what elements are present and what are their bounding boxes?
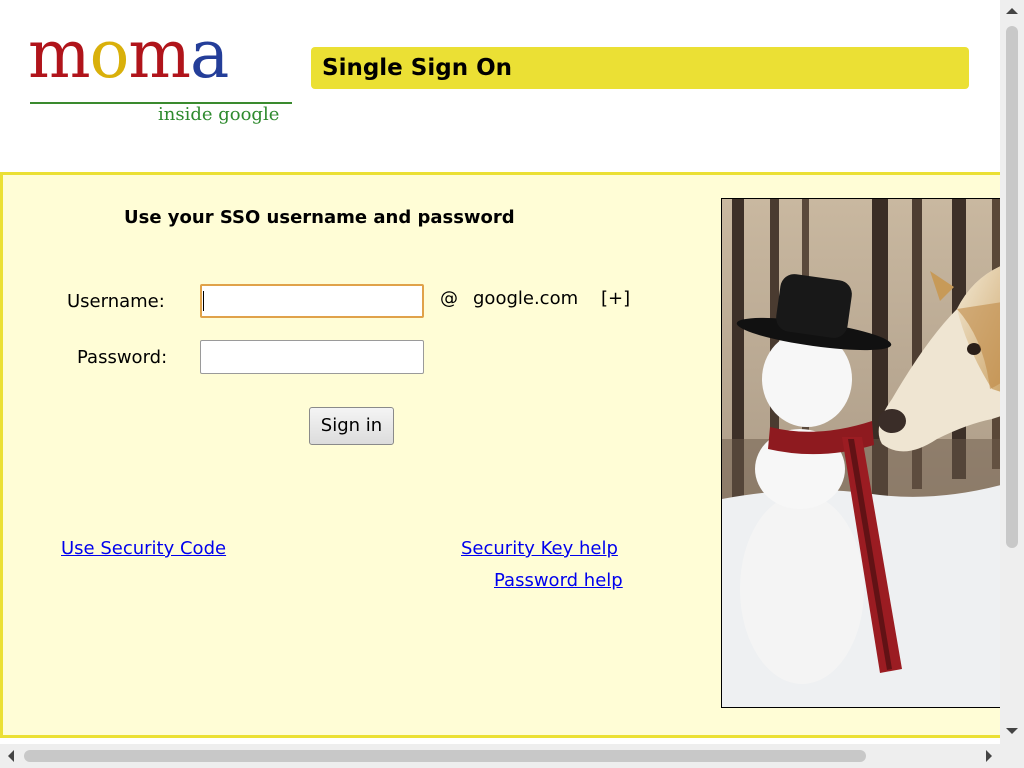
username-label: Username: bbox=[67, 291, 165, 312]
password-help-link[interactable]: Password help bbox=[494, 570, 623, 591]
logo-letter-m2: m bbox=[128, 16, 191, 93]
photo-illustration bbox=[722, 199, 1000, 707]
password-label: Password: bbox=[77, 347, 168, 368]
domain-text: google.com bbox=[473, 288, 579, 309]
domain-at-sign: @ bbox=[440, 288, 458, 309]
form-heading: Use your SSO username and password bbox=[124, 207, 515, 228]
signin-button[interactable]: Sign in bbox=[309, 407, 394, 445]
scroll-right-arrow-icon[interactable] bbox=[986, 750, 992, 762]
vertical-scroll-thumb[interactable] bbox=[1006, 26, 1018, 548]
username-input[interactable] bbox=[200, 284, 424, 318]
horizontal-scroll-thumb[interactable] bbox=[24, 750, 866, 762]
scroll-left-arrow-icon[interactable] bbox=[8, 750, 14, 762]
text-caret bbox=[203, 291, 204, 311]
logo-wordmark: moma bbox=[28, 16, 229, 93]
password-input[interactable] bbox=[200, 340, 424, 374]
logo-letter-m: m bbox=[28, 16, 91, 93]
logo-letter-o: o bbox=[89, 16, 130, 93]
scroll-down-arrow-icon[interactable] bbox=[1006, 728, 1018, 734]
logo-letter-a: a bbox=[189, 16, 229, 93]
logo-subtitle: inside google bbox=[158, 104, 280, 125]
moma-logo[interactable]: moma inside google bbox=[28, 18, 298, 128]
page-title: Single Sign On bbox=[322, 55, 512, 81]
domain-expand-toggle[interactable]: [+] bbox=[601, 288, 630, 309]
security-key-help-link[interactable]: Security Key help bbox=[461, 538, 618, 559]
page-viewport: moma inside google Single Sign On Use yo… bbox=[0, 0, 1000, 744]
scroll-up-arrow-icon[interactable] bbox=[1006, 8, 1018, 14]
scrollbar-corner bbox=[1000, 744, 1024, 768]
snowman-and-horse-photo bbox=[721, 198, 1000, 708]
use-security-code-link[interactable]: Use Security Code bbox=[61, 538, 226, 559]
title-bar: Single Sign On bbox=[311, 47, 969, 89]
